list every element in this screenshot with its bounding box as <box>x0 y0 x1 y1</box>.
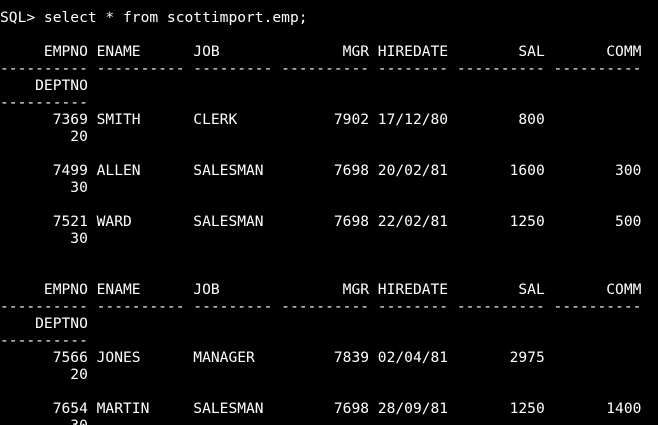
result-row-deptno: 30 <box>0 417 658 425</box>
result-row-deptno: 20 <box>0 366 88 383</box>
header-separator-line: ---------- ---------- --------- --------… <box>0 298 642 315</box>
result-row: 7654 MARTIN SALESMAN 7698 28/09/81 1250 … <box>0 400 642 417</box>
deptno-separator-line: ---------- <box>0 94 88 111</box>
column-header-deptno: DEPTNO <box>0 77 88 94</box>
column-header-line: EMPNO ENAME JOB MGR HIREDATE SAL COMM <box>0 281 642 298</box>
terminal-window[interactable]: SQL> select * from scottimport.emp; EMPN… <box>0 0 658 425</box>
header-separator-line: ---------- ---------- --------- --------… <box>0 60 642 77</box>
result-row-deptno: 20 <box>0 128 88 145</box>
result-row: 7499 ALLEN SALESMAN 7698 20/02/81 1600 3… <box>0 162 642 179</box>
result-row: 7521 WARD SALESMAN 7698 22/02/81 1250 50… <box>0 213 642 230</box>
result-row-deptno: 30 <box>0 230 88 247</box>
deptno-separator-line: ---------- <box>0 332 88 349</box>
column-header-line: EMPNO ENAME JOB MGR HIREDATE SAL COMM <box>0 43 642 60</box>
result-row: 7566 JONES MANAGER 7839 02/04/81 2975 <box>0 349 545 366</box>
column-header-deptno: DEPTNO <box>0 315 88 332</box>
result-row: 7369 SMITH CLERK 7902 17/12/80 800 <box>0 111 545 128</box>
sql-command-line: SQL> select * from scottimport.emp; <box>0 9 308 26</box>
result-row-deptno: 30 <box>0 179 88 196</box>
